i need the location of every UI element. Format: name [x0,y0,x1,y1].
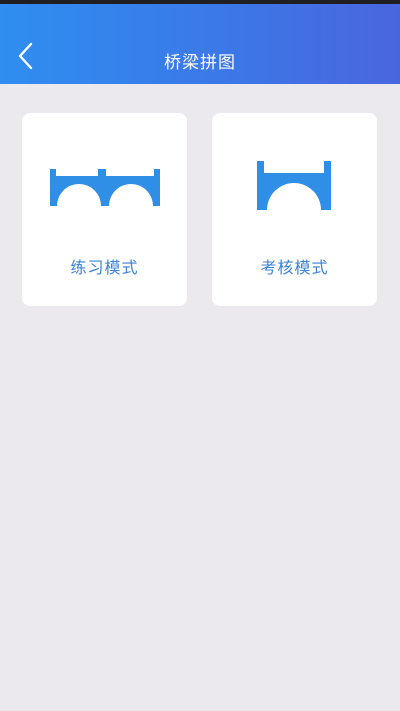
practice-mode-label: 练习模式 [70,258,139,277]
app-header: 桥梁拼图 [0,4,400,84]
exam-mode-card[interactable]: 考核模式 [212,113,377,306]
practice-mode-card[interactable]: 练习模式 [22,113,187,306]
exam-mode-label: 考核模式 [260,258,329,277]
page-title: 桥梁拼图 [164,53,236,73]
